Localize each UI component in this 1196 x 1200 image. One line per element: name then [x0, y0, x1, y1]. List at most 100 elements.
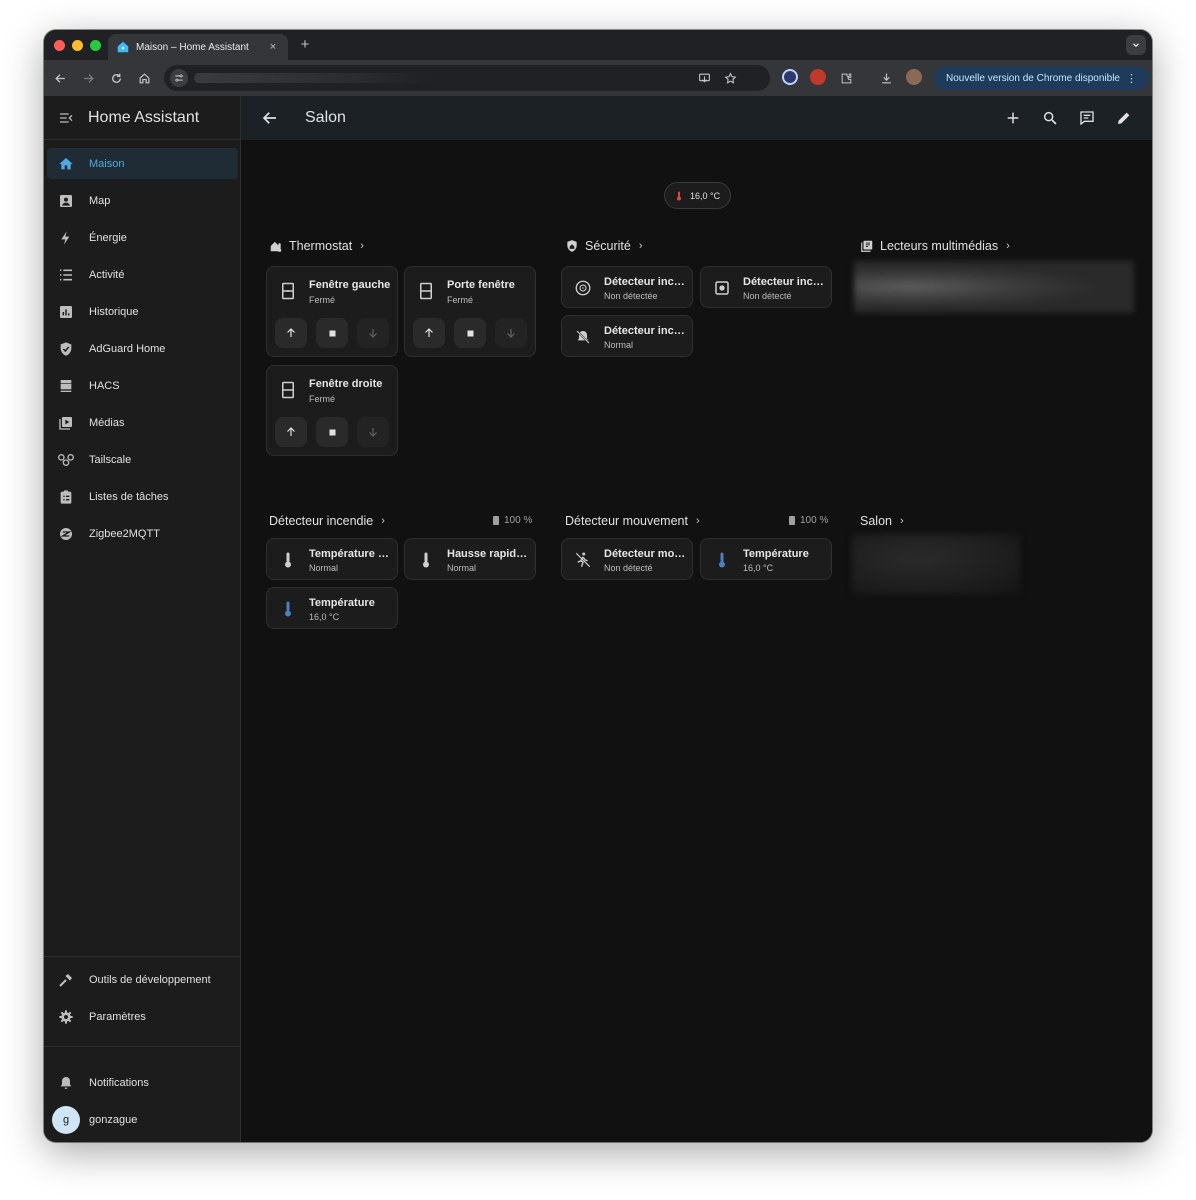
search-icon[interactable]	[1040, 108, 1060, 128]
close-cover-button[interactable]	[357, 417, 389, 447]
section-title-salon[interactable]: Salon ›	[860, 514, 904, 528]
minimize-window-button[interactable]	[72, 40, 83, 51]
section-title-detecteur-mouvement[interactable]: Détecteur mouvement ›	[565, 514, 700, 528]
smoke-detector-icon	[573, 278, 593, 298]
sensor-card-detecteur-incendie-1[interactable]: Détecteur incendie Non détectée	[561, 266, 693, 308]
sensor-card-detecteur-mouvement[interactable]: Détecteur mouvement Non détecté	[561, 538, 693, 580]
tailscale-icon	[57, 451, 75, 469]
thermometer-icon	[278, 550, 298, 570]
thermometer-icon	[712, 550, 732, 570]
close-window-button[interactable]	[54, 40, 65, 51]
entity-state: Non détectée	[604, 291, 658, 301]
chevron-right-icon: ›	[1006, 240, 1010, 252]
downloads-icon[interactable]	[876, 68, 896, 88]
extensions-puzzle-icon[interactable]	[836, 68, 856, 88]
entity-state: Fermé	[309, 394, 336, 404]
chevron-right-icon: ›	[695, 515, 700, 527]
site-settings-icon[interactable]	[170, 69, 188, 87]
chevron-right-icon: ›	[638, 240, 643, 252]
reload-icon[interactable]	[106, 68, 126, 88]
menu-open-icon[interactable]	[58, 110, 74, 126]
profile-avatar[interactable]	[906, 69, 922, 85]
forward-arrow-icon[interactable]	[78, 68, 98, 88]
sidebar-item-notifications[interactable]: Notifications	[47, 1067, 238, 1098]
sidebar-item-parametres[interactable]: Paramètres	[47, 1001, 238, 1032]
sidebar-item-maison[interactable]: Maison	[47, 148, 238, 179]
entity-name: Température	[743, 548, 809, 560]
sidebar-item-listes[interactable]: Listes de tâches	[47, 481, 238, 512]
sidebar-item-historique[interactable]: Historique	[47, 296, 238, 327]
top-app-bar: Salon	[241, 96, 1152, 140]
back-arrow-icon[interactable]	[50, 68, 70, 88]
section-title-text: Lecteurs multimédias	[880, 239, 999, 253]
cover-card-fenetre-droite[interactable]: Fenêtre droite Fermé	[266, 365, 398, 456]
open-cover-button[interactable]	[413, 318, 445, 348]
sidebar-item-label: Historique	[89, 305, 139, 318]
battery-level: 100 %	[504, 515, 533, 526]
sidebar-item-hacs[interactable]: HACS	[47, 370, 238, 401]
close-cover-button[interactable]	[357, 318, 389, 348]
battery-icon	[493, 516, 499, 525]
page-title: Salon	[305, 109, 346, 126]
sidebar-item-medias[interactable]: Médias	[47, 407, 238, 438]
sidebar-item-zigbee[interactable]: Zigbee2MQTT	[47, 518, 238, 549]
sensor-card-temperature-mouvement[interactable]: Température 16,0 °C	[700, 538, 832, 580]
sensor-card-temperature[interactable]: Température 16,0 °C	[266, 587, 398, 629]
section-title-text: Sécurité	[585, 239, 631, 253]
user-name: gonzague	[89, 1113, 138, 1126]
sidebar-item-tailscale[interactable]: Tailscale	[47, 444, 238, 475]
bell-icon	[57, 1074, 75, 1092]
extension-red-icon[interactable]	[810, 69, 826, 85]
install-app-icon[interactable]	[694, 68, 714, 88]
section-title-detecteur-incendie[interactable]: Détecteur incendie ›	[269, 514, 385, 528]
section-title-text: Salon	[860, 514, 892, 528]
zoom-window-button[interactable]	[90, 40, 101, 51]
temperature-badge[interactable]: 16,0 °C	[664, 182, 732, 209]
stop-cover-button[interactable]	[316, 417, 348, 447]
back-arrow-icon[interactable]	[261, 109, 279, 127]
add-icon[interactable]	[1003, 108, 1023, 128]
tab-search-chevron-icon[interactable]	[1126, 35, 1146, 55]
home-icon[interactable]	[134, 68, 154, 88]
chrome-update-button[interactable]: Nouvelle version de Chrome disponible ⋮	[934, 66, 1149, 90]
sidebar-item-map[interactable]: Map	[47, 185, 238, 216]
new-tab-button[interactable]: +	[296, 36, 314, 53]
section-title-thermostat[interactable]: Thermostat ›	[269, 239, 364, 253]
address-bar[interactable]	[164, 65, 770, 91]
sidebar-item-label: Outils de développement	[89, 973, 211, 986]
tab-close-icon[interactable]: ×	[266, 41, 280, 53]
sidebar-item-profile[interactable]: g gonzague	[47, 1104, 238, 1135]
sensor-card-hausse-rapide[interactable]: Hausse rapide de température Normal	[404, 538, 536, 580]
assist-chat-icon[interactable]	[1077, 108, 1097, 128]
password-manager-extension-icon[interactable]	[782, 69, 798, 85]
hammer-icon	[57, 971, 75, 989]
open-cover-button[interactable]	[275, 318, 307, 348]
more-menu-icon[interactable]: ⋮	[1126, 72, 1137, 85]
open-cover-button[interactable]	[275, 417, 307, 447]
camera-card-blurred[interactable]	[852, 534, 1020, 594]
map-icon	[57, 192, 75, 210]
sidebar-item-adguard[interactable]: AdGuard Home	[47, 333, 238, 364]
sidebar-item-developer-tools[interactable]: Outils de développement	[47, 964, 238, 995]
cover-card-porte-fenetre[interactable]: Porte fenêtre Fermé	[404, 266, 536, 357]
entity-state: Normal	[604, 340, 634, 350]
sensor-card-detecteur-incendie-3[interactable]: Détecteur incendie Normal	[561, 315, 693, 357]
sidebar-item-activite[interactable]: Activité	[47, 259, 238, 290]
section-title-text: Détecteur incendie	[269, 514, 374, 528]
section-title-lecteurs[interactable]: Lecteurs multimédias ›	[860, 239, 1010, 253]
cover-card-fenetre-gauche[interactable]: Fenêtre gauche Fermé	[266, 266, 398, 357]
sidebar-item-energie[interactable]: Énergie	[47, 222, 238, 253]
battery-level: 100 %	[800, 515, 829, 526]
media-player-card-blurred[interactable]	[854, 261, 1134, 313]
edit-pencil-icon[interactable]	[1114, 108, 1134, 128]
close-cover-button[interactable]	[495, 318, 527, 348]
stop-cover-button[interactable]	[454, 318, 486, 348]
sensor-card-temperature-elevee[interactable]: Température élevée Normal	[266, 538, 398, 580]
play-box-icon	[57, 414, 75, 432]
sensor-card-detecteur-incendie-2[interactable]: Détecteur incendie Non détecté	[700, 266, 832, 308]
stop-cover-button[interactable]	[316, 318, 348, 348]
bookmark-star-icon[interactable]	[720, 68, 740, 88]
entity-state: Non détecté	[743, 291, 792, 301]
browser-tab[interactable]: Maison – Home Assistant ×	[108, 34, 288, 60]
section-title-securite[interactable]: Sécurité ›	[565, 239, 643, 253]
